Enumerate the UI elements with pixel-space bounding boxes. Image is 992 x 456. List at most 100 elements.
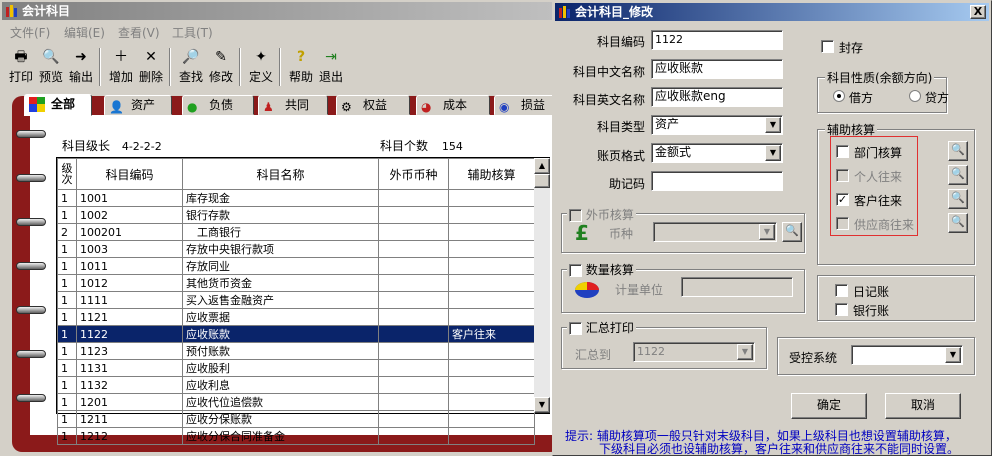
table-row[interactable]: 1 1212 应收分保合同准备金 <box>57 427 535 445</box>
grid-vertical-scrollbar[interactable]: ▲ ▼ <box>534 158 550 413</box>
cell-auxiliary <box>448 359 535 377</box>
personal-aux-search-icon[interactable]: 🔍 <box>948 165 968 185</box>
summary-to-value: 1122 <box>637 345 665 358</box>
cell-name: 其他货币资金 <box>182 274 379 292</box>
seal-checkbox[interactable] <box>821 40 834 53</box>
scroll-thumb[interactable] <box>534 174 550 188</box>
table-row[interactable]: 1 1003 存放中央银行款项 <box>57 240 535 258</box>
supplier-aux-checkbox[interactable] <box>836 217 849 230</box>
table-row[interactable]: 1 1211 应收分保账款 <box>57 410 535 428</box>
table-row[interactable]: 1 1123 预付账款 <box>57 342 535 360</box>
menu-view[interactable]: 查看(V) <box>118 24 160 41</box>
tab-liabilities[interactable]: ● 负债 <box>182 95 254 115</box>
tab-equity[interactable]: ⚙ 权益 <box>336 95 410 115</box>
col-currency[interactable]: 外币币种 <box>378 158 449 190</box>
bank-checkbox[interactable] <box>835 303 848 316</box>
table-row[interactable]: 2 100201 工商银行 <box>57 223 535 241</box>
cell-name: 应收代位追偿款 <box>182 393 379 411</box>
summary-to-select[interactable]: 1122 ▼ <box>633 342 755 362</box>
define-label: 定义 <box>248 70 273 84</box>
tab-all[interactable]: 全部 <box>24 94 92 116</box>
tab-common[interactable]: ♟ 共同 <box>258 95 328 115</box>
col-code[interactable]: 科目编码 <box>76 158 183 190</box>
table-row[interactable]: 1 1132 应收利息 <box>57 376 535 394</box>
chevron-down-icon[interactable]: ▼ <box>765 117 781 133</box>
format-select[interactable]: 金额式 ▼ <box>651 143 783 163</box>
table-row[interactable]: 1 1111 买入返售金融资产 <box>57 291 535 309</box>
menu-file[interactable]: 文件(F) <box>10 24 50 41</box>
scroll-up-button[interactable]: ▲ <box>534 158 550 174</box>
debit-radio[interactable] <box>833 90 845 102</box>
add-icon: ＋ <box>114 49 128 65</box>
table-row[interactable]: 1 1001 库存现金 <box>57 189 535 207</box>
en-name-input[interactable]: 应收账款eng <box>651 87 783 107</box>
fx-currency-select[interactable]: ▼ <box>653 222 777 242</box>
cell-currency <box>378 342 449 360</box>
scroll-down-button[interactable]: ▼ <box>534 397 550 413</box>
dept-aux-search-icon[interactable]: 🔍 <box>948 141 968 161</box>
delete-icon: ✕ <box>145 49 157 65</box>
add-button[interactable]: ＋ 增加 <box>106 46 136 88</box>
qty-unit-input[interactable] <box>681 277 793 297</box>
exit-button[interactable]: ⇥ 退出 <box>316 46 346 88</box>
modify-button[interactable]: ✎ 修改 <box>206 46 236 88</box>
fx-search-icon[interactable]: 🔍 <box>782 222 802 242</box>
accounts-grid: 级次 科目编码 科目名称 外币币种 辅助核算 1 1001 库存现金 1 1002 银行存… <box>56 157 550 445</box>
preview-button[interactable]: 🔍 预览 <box>36 46 66 88</box>
chevron-down-icon[interactable]: ▼ <box>945 347 961 363</box>
cell-code: 1012 <box>76 274 183 292</box>
cell-code: 1111 <box>76 291 183 309</box>
tab-assets[interactable]: 👤 资产 <box>104 95 172 115</box>
customer-aux-checkbox[interactable]: ✓ <box>836 193 849 206</box>
cancel-button[interactable]: 取消 <box>885 393 961 419</box>
cell-name: 应收账款 <box>182 325 379 343</box>
table-row[interactable]: 1 1122 应收账款 客户往来 <box>57 325 535 343</box>
tab-cost[interactable]: ◕ 成本 <box>416 95 490 115</box>
chevron-down-icon[interactable]: ▼ <box>759 224 775 240</box>
table-row[interactable]: 1 1012 其他货币资金 <box>57 274 535 292</box>
personal-aux-label: 个人往来 <box>854 170 903 184</box>
col-name[interactable]: 科目名称 <box>182 158 379 190</box>
cell-code: 1003 <box>76 240 183 258</box>
define-button[interactable]: ✦ 定义 <box>246 46 276 88</box>
credit-radio[interactable] <box>909 90 921 102</box>
chevron-down-icon[interactable]: ▼ <box>737 344 753 360</box>
memo-input[interactable] <box>651 171 783 191</box>
menu-tools[interactable]: 工具(T) <box>172 24 213 41</box>
table-row[interactable]: 1 1011 存放同业 <box>57 257 535 275</box>
controlled-select[interactable]: ▼ <box>851 345 963 365</box>
delete-button[interactable]: ✕ 删除 <box>136 46 166 88</box>
journal-checkbox[interactable] <box>835 284 848 297</box>
chevron-down-icon[interactable]: ▼ <box>765 145 781 161</box>
main-title: 会计科目 <box>22 4 71 18</box>
find-label: 查找 <box>178 70 203 84</box>
type-select[interactable]: 资产 ▼ <box>651 115 783 135</box>
supplier-aux-search-icon[interactable]: 🔍 <box>948 213 968 233</box>
journal-label: 日记账 <box>853 285 890 299</box>
debit-label: 借方 <box>849 91 874 105</box>
col-auxiliary[interactable]: 辅助核算 <box>448 158 535 190</box>
table-row[interactable]: 1 1131 应收股利 <box>57 359 535 377</box>
find-button[interactable]: 🔎 查找 <box>176 46 206 88</box>
print-button[interactable]: 🖶 打印 <box>6 46 36 88</box>
table-row[interactable]: 1 1121 应收票据 <box>57 308 535 326</box>
summary-checkbox[interactable] <box>569 322 582 335</box>
close-icon[interactable]: X <box>970 5 986 19</box>
tab-assets-label: 资产 <box>131 98 156 112</box>
cell-level: 1 <box>57 393 77 411</box>
help-button[interactable]: ? 帮助 <box>286 46 316 88</box>
customer-aux-search-icon[interactable]: 🔍 <box>948 189 968 209</box>
export-button[interactable]: ➜ 输出 <box>66 46 96 88</box>
table-row[interactable]: 1 1201 应收代位追偿款 <box>57 393 535 411</box>
tab-profit-loss[interactable]: ◉ 损益 <box>494 95 560 115</box>
cn-name-input[interactable]: 应收账款 <box>651 59 783 79</box>
dept-aux-checkbox[interactable] <box>836 145 849 158</box>
ok-button[interactable]: 确定 <box>791 393 867 419</box>
col-level[interactable]: 级次 <box>57 158 77 190</box>
code-input[interactable]: 1122 <box>651 30 783 50</box>
add-label: 增加 <box>108 70 133 84</box>
menu-edit[interactable]: 编辑(E) <box>64 24 105 41</box>
personal-aux-checkbox[interactable] <box>836 169 849 182</box>
cost-pie-icon: ◕ <box>421 100 432 114</box>
table-row[interactable]: 1 1002 银行存款 <box>57 206 535 224</box>
